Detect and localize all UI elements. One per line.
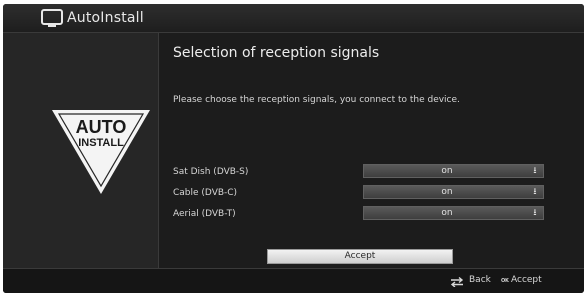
dropdown-arrow-icon: ⭳ (533, 187, 537, 197)
row-label-cable: Cable (DVB-C) (173, 188, 238, 198)
row-label-aerial: Aerial (DVB-T) (173, 209, 236, 219)
aerial-select[interactable]: on ⭳ (363, 206, 544, 220)
main-panel: Selection of reception signals Please ch… (160, 33, 584, 268)
swap-arrows-icon (450, 277, 464, 287)
sat-dish-value: on (441, 166, 453, 176)
title-bar: AutoInstall (3, 4, 584, 33)
instruction-text: Please choose the reception signals, you… (173, 95, 460, 105)
cable-select[interactable]: on ⭳ (363, 185, 544, 199)
accept-hint[interactable]: Accept (511, 275, 542, 285)
logo-text-install: INSTALL (78, 137, 124, 149)
app-title: AutoInstall (67, 10, 144, 26)
ok-key-icon: OK (501, 278, 509, 284)
dropdown-arrow-icon: ⭳ (533, 166, 537, 176)
autoinstall-logo: AUTO INSTALL (52, 110, 150, 194)
row-label-sat: Sat Dish (DVB-S) (173, 167, 249, 177)
cable-value: on (441, 187, 453, 197)
autoinstall-screen: AutoInstall AUTO INSTALL Selection of re… (3, 4, 584, 293)
aerial-value: on (441, 208, 453, 218)
logo-text-auto: AUTO (76, 117, 127, 137)
dropdown-arrow-icon: ⭳ (533, 208, 537, 218)
left-panel: AUTO INSTALL (3, 33, 159, 268)
accept-button[interactable]: Accept (267, 249, 453, 264)
sat-dish-select[interactable]: on ⭳ (363, 164, 544, 178)
tv-icon (41, 9, 63, 27)
page-heading: Selection of reception signals (173, 45, 380, 61)
back-hint[interactable]: Back (469, 275, 491, 285)
bottom-bar: Back OK Accept (3, 268, 584, 293)
